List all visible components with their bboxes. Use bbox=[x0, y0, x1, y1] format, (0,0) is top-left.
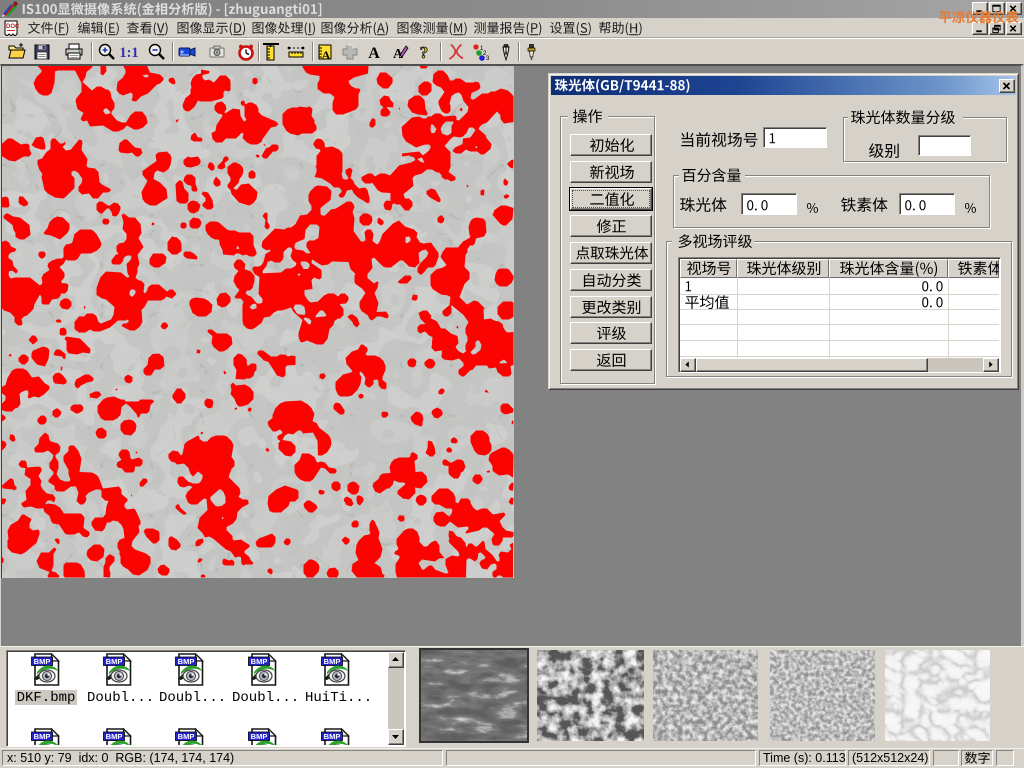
svg-text:3: 3 bbox=[486, 56, 490, 62]
svg-text:?: ? bbox=[420, 43, 429, 62]
svg-text:A: A bbox=[322, 48, 331, 62]
svg-text:A: A bbox=[368, 45, 380, 62]
svg-text:1:1: 1:1 bbox=[119, 45, 138, 61]
svg-text:DOC: DOC bbox=[6, 24, 20, 30]
